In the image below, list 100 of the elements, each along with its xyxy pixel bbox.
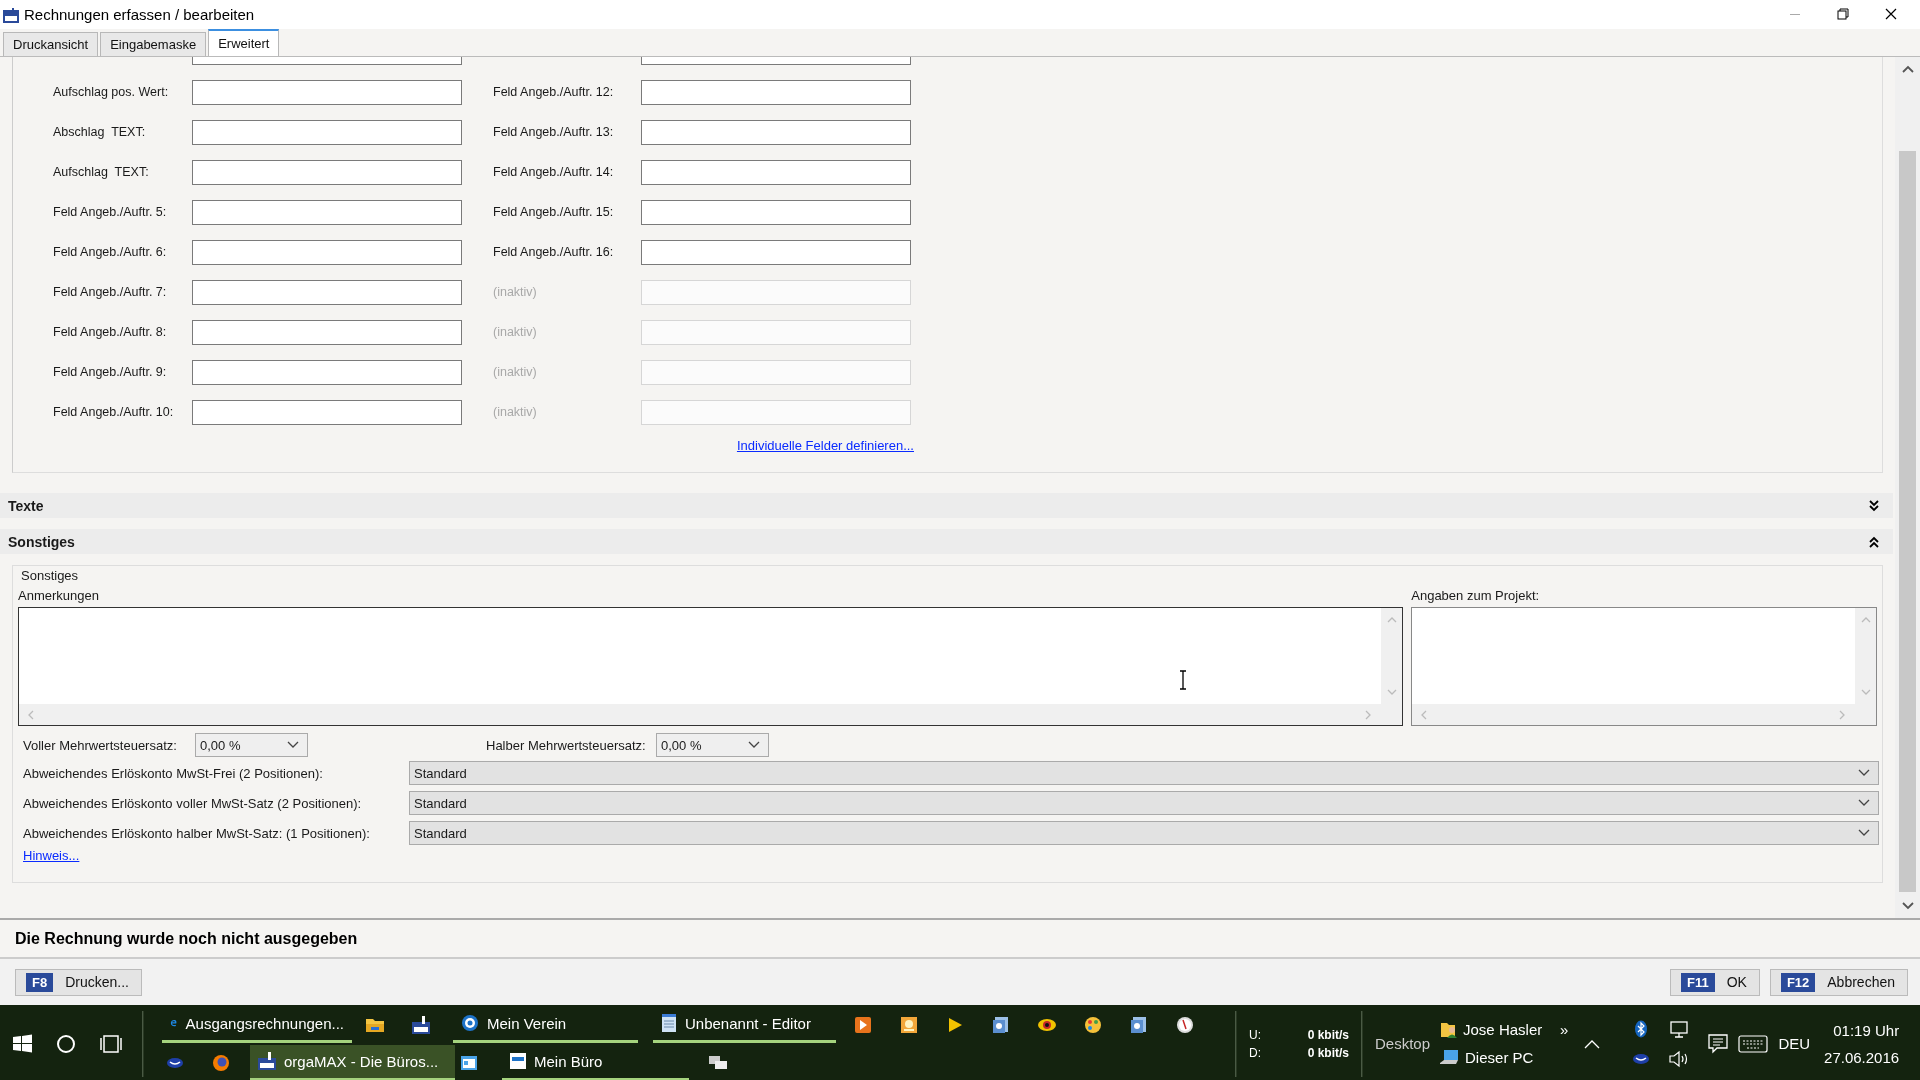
- app-icon: [3, 6, 19, 23]
- desktop-toolbar-label[interactable]: Desktop: [1375, 1035, 1431, 1052]
- expand-icon: [1869, 499, 1879, 512]
- scroll-up-icon[interactable]: [1901, 65, 1914, 73]
- dropdown-icon: [1858, 769, 1870, 777]
- section-header[interactable]: Sonstiges: [0, 529, 1893, 554]
- scroll-thumb[interactable]: [1899, 151, 1916, 892]
- window-icon[interactable]: [461, 1055, 477, 1070]
- field-label: Feld Angeb./Auftr. 16:: [492, 245, 615, 259]
- field-label: (inaktiv): [492, 285, 538, 299]
- define-fields-link[interactable]: Individuelle Felder definieren...: [736, 438, 914, 462]
- scrollbar[interactable]: [1895, 57, 1920, 918]
- app-icon[interactable]: [412, 1015, 430, 1034]
- download-label: D:: [1249, 1045, 1261, 1060]
- computers-icon[interactable]: [709, 1055, 727, 1070]
- field-label: Abschlag TEXT:: [52, 125, 147, 139]
- field-label: Feld Angeb./Auftr. 7:: [52, 285, 168, 299]
- input-field[interactable]: [641, 79, 911, 105]
- toolbar-overflow[interactable]: »: [1560, 1021, 1569, 1038]
- tab[interactable]: Druckansicht: [3, 32, 99, 56]
- input-field[interactable]: [192, 359, 462, 385]
- taskbar-button[interactable]: orgaMAX - Die Büros...: [250, 1044, 455, 1080]
- field-label: Feld Angeb./Auftr. 14:: [492, 165, 615, 179]
- notification-icon[interactable]: [1708, 1033, 1729, 1054]
- media-player-icon[interactable]: [854, 1015, 872, 1034]
- tab[interactable]: Erweitert: [208, 29, 280, 56]
- field-label: Feld Angeb./Auftr. 8:: [52, 325, 168, 339]
- app-icon[interactable]: [166, 1056, 184, 1069]
- field-label: Feld Angeb./Auftr. 13:: [492, 125, 615, 139]
- field-label: Abweichendes Erlöskonto MwSt-Frei (2 Positionen):: [23, 765, 324, 781]
- field-label: Feld Angeb./Auftr. 5:: [52, 205, 168, 219]
- app-icon[interactable]: [992, 1015, 1010, 1034]
- field-label: (inaktiv): [492, 325, 538, 339]
- gauge-icon[interactable]: [1176, 1015, 1194, 1034]
- clock-time: 01:19 Uhr: [1833, 1021, 1900, 1039]
- field-label: Abweichendes Erlöskonto halber MwSt-Satz: (1 Positionen):: [23, 825, 371, 841]
- tab[interactable]: Eingabemaske: [100, 32, 207, 56]
- clock[interactable]: 01:19 Uhr 27.06.2016: [1824, 1021, 1900, 1066]
- status-message: Die Rechnung wurde noch nicht ausgegeben: [15, 929, 358, 948]
- field-label: (inaktiv): [492, 405, 538, 419]
- field-label: Feld Angeb./Auftr. 15:: [492, 205, 615, 219]
- chevron-up-icon[interactable]: [1584, 1038, 1601, 1049]
- toolbar-link[interactable]: Jose Hasler: [1440, 1020, 1559, 1039]
- app-icon[interactable]: [1632, 1052, 1651, 1065]
- window-icon: [510, 1053, 526, 1069]
- app-icon[interactable]: [1130, 1015, 1148, 1034]
- key-badge: F12: [1780, 972, 1816, 992]
- hint-link[interactable]: Hinweis...: [23, 848, 80, 863]
- key-badge: F8: [26, 972, 54, 992]
- input-field[interactable]: [192, 279, 462, 305]
- vat-dropdown[interactable]: 0,00 %: [656, 733, 769, 757]
- field-label: Feld Angeb./Auftr. 10:: [52, 405, 175, 419]
- taskbar-button[interactable]: Mein Büro: [502, 1044, 689, 1080]
- account-dropdown[interactable]: Standard: [409, 761, 1879, 785]
- language-indicator[interactable]: DEU: [1778, 1035, 1811, 1052]
- section-header[interactable]: Texte: [0, 493, 1893, 518]
- input-field[interactable]: [192, 239, 462, 265]
- account-dropdown[interactable]: Standard: [409, 821, 1879, 845]
- input-field[interactable]: [641, 239, 911, 265]
- notepad-icon: [661, 1014, 677, 1032]
- input-field[interactable]: [641, 119, 911, 145]
- dialog-button[interactable]: F12 Abbrechen: [1769, 968, 1908, 996]
- input-field[interactable]: [641, 199, 911, 225]
- clock-date: 27.06.2016: [1824, 1048, 1900, 1066]
- input-field[interactable]: [192, 79, 462, 105]
- input-field[interactable]: [192, 319, 462, 345]
- network-icon[interactable]: [1668, 1019, 1691, 1038]
- scroll-down-icon[interactable]: [1901, 902, 1914, 910]
- user-folder-icon: [1440, 1020, 1459, 1039]
- field-label: Aufschlag TEXT:: [52, 165, 150, 179]
- input-field[interactable]: [192, 159, 462, 185]
- keyboard-icon[interactable]: [1738, 1034, 1769, 1053]
- toolbar-link[interactable]: Dieser PC: [1440, 1048, 1559, 1067]
- text-cursor-icon: [1179, 670, 1187, 690]
- window-title: Rechnungen erfassen / bearbeiten: [24, 6, 255, 23]
- upload-label: U:: [1249, 1027, 1261, 1042]
- field-label: Feld Angeb./Auftr. 12:: [492, 85, 615, 99]
- input-field[interactable]: [192, 119, 462, 145]
- taskbar-button[interactable]: Ausgangsrechnungen...: [162, 1006, 352, 1043]
- vat-dropdown[interactable]: 0,00 %: [195, 733, 308, 757]
- play-icon[interactable]: [946, 1015, 964, 1034]
- group-legend: Sonstiges: [21, 568, 1877, 584]
- field-label: Angaben zum Projekt:: [1411, 587, 1541, 604]
- dialog-button[interactable]: F11 OK: [1669, 968, 1760, 996]
- bluetooth-icon[interactable]: [1634, 1019, 1649, 1038]
- field-label: Anmerkungen: [18, 587, 100, 604]
- collapse-icon: [1869, 535, 1879, 548]
- input-field[interactable]: [192, 199, 462, 225]
- input-field[interactable]: [641, 159, 911, 185]
- taskbar-button[interactable]: Unbenannt - Editor: [653, 1006, 836, 1043]
- dropdown-icon: [748, 741, 760, 749]
- dropdown-icon: [1858, 829, 1870, 837]
- account-dropdown[interactable]: Standard: [409, 791, 1879, 815]
- print-button[interactable]: F8 Drucken...: [15, 968, 142, 996]
- app-icon[interactable]: [900, 1015, 918, 1034]
- laptop-icon: [1440, 1048, 1461, 1067]
- taskbar-button[interactable]: Mein Verein: [453, 1006, 638, 1043]
- palette-icon[interactable]: [1084, 1015, 1102, 1034]
- input-field[interactable]: [192, 399, 462, 425]
- field-label: Feld Angeb./Auftr. 9:: [52, 365, 168, 379]
